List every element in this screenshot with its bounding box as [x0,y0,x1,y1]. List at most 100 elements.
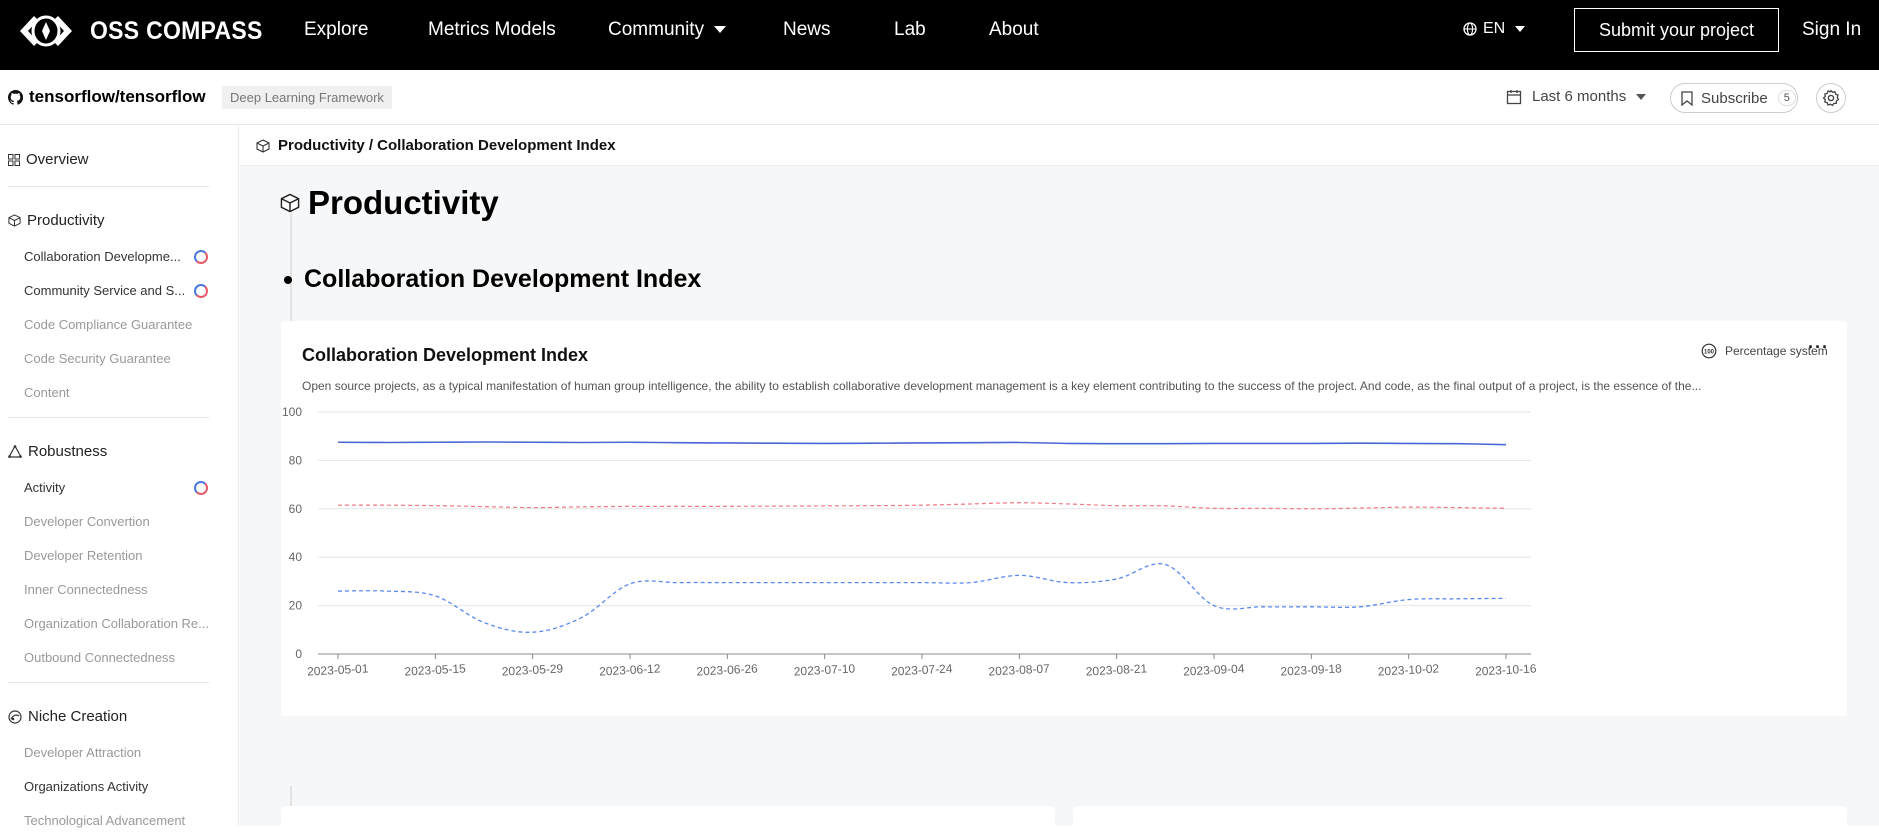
network-icon [8,445,22,458]
subscribe-count: 5 [1777,90,1796,106]
sidebar-item-label: Overview [26,151,89,168]
x-tick-label: 2023-08-07 [988,661,1050,678]
sidebar-item-content[interactable]: Content [24,385,70,400]
period-selector[interactable]: Last 6 months [1506,88,1647,105]
breadcrumb: Productivity / Collaboration Development… [240,126,1879,166]
bookmark-icon [1681,90,1693,106]
sidebar-group-label: Niche Creation [28,708,128,725]
divider [8,186,209,187]
nav-explore[interactable]: Explore [304,19,368,41]
y-tick-label: 0 [295,647,302,661]
x-tick-label: 2023-05-29 [501,661,563,678]
submit-project-button[interactable]: Submit your project [1574,8,1779,52]
settings-button[interactable] [1816,83,1846,113]
sidebar-item-organizations-activity[interactable]: Organizations Activity [24,779,148,794]
gear-icon [1822,89,1840,107]
metric-card: Collaboration Development Index 100 Perc… [281,321,1847,716]
section-title: Productivity [280,184,499,222]
sidebar-group-productivity[interactable]: Productivity [8,212,105,229]
sidebar-item-community-service[interactable]: Community Service and S... [24,283,185,298]
main-content: Productivity / Collaboration Development… [240,126,1879,836]
sidebar-item-developer-retention[interactable]: Developer Retention [24,548,143,563]
sidebar-item-inner-connectedness[interactable]: Inner Connectedness [24,582,148,597]
niche-icon [8,709,22,724]
sidebar-item-developer-convertion[interactable]: Developer Convertion [24,514,150,529]
sidebar-group-robustness[interactable]: Robustness [8,443,107,460]
sidebar-item-organization-collaboration[interactable]: Organization Collaboration Re... [24,616,209,631]
y-tick-label: 20 [289,599,303,613]
caret-down-icon [1636,93,1647,100]
nav-lab[interactable]: Lab [894,19,926,41]
loading-spinner-icon [194,284,208,298]
subscribe-label: Subscribe [1701,89,1768,107]
language-label: EN [1483,20,1506,37]
sidebar-item-overview[interactable]: Overview [8,151,89,168]
calendar-icon [1506,89,1522,104]
project-header: tensorflow/tensorflow Deep Learning Fram… [0,70,1879,125]
y-tick-label: 60 [289,502,303,516]
sidebar-item-code-compliance[interactable]: Code Compliance Guarantee [24,317,192,332]
subsection-title: Collaboration Development Index [284,265,701,294]
y-tick-label: 40 [289,550,303,564]
bullet-icon [284,275,292,284]
cube-icon [280,193,300,213]
series-line-solid [337,441,1507,446]
section-title-text: Productivity [308,184,499,221]
sidebar-item-developer-attraction[interactable]: Developer Attraction [24,745,141,760]
sidebar-item-activity[interactable]: Activity [24,480,65,495]
x-tick-label: 2023-10-16 [1475,661,1537,678]
period-label: Last 6 months [1532,88,1627,105]
x-tick-label: 2023-10-02 [1377,661,1439,678]
breadcrumb-text: Productivity / Collaboration Development… [278,137,616,154]
divider [8,682,209,683]
y-tick-label: 80 [289,453,303,467]
globe-icon [1463,22,1477,36]
sidebar-group-label: Productivity [27,212,105,229]
subscribe-button[interactable]: Subscribe 5 [1670,83,1798,113]
cube-icon [256,138,270,153]
x-tick-label: 2023-05-01 [307,661,369,678]
x-tick-label: 2023-07-10 [793,661,855,678]
nav-community[interactable]: Community [608,19,727,41]
repo-title[interactable]: tensorflow/tensorflow [8,87,206,107]
language-selector[interactable]: EN [1463,20,1526,38]
compass-logo-icon [20,15,72,47]
y-tick-label: 100 [282,405,302,419]
x-tick-label: 2023-09-18 [1280,661,1342,678]
sidebar-group-niche-creation[interactable]: Niche Creation [8,708,127,725]
top-navbar: OSS COMPASS Explore Metrics Models Commu… [0,0,1879,70]
sign-in-link[interactable]: Sign In [1802,19,1861,41]
caret-down-icon [714,26,727,34]
repo-name: tensorflow/tensorflow [29,87,206,106]
metric-card-next-right [1073,806,1847,836]
github-icon [8,89,23,105]
project-type-tag: Deep Learning Framework [222,86,392,109]
nav-news[interactable]: News [783,19,831,41]
x-tick-label: 2023-05-15 [404,661,466,678]
line-chart: 0 20 40 60 80 100 2023-05-01 2023-05-15 2023-05-… [282,405,1537,679]
metric-card-next-left [281,806,1055,836]
subsection-title-text: Collaboration Development Index [304,265,702,293]
sidebar-group-label: Robustness [28,443,108,460]
series-line-dashed-blue [337,563,1507,633]
caret-down-icon [1515,26,1526,32]
x-tick-label: 2023-06-26 [696,661,758,678]
loading-spinner-icon [194,250,208,264]
cube-icon [8,214,21,227]
sidebar-item-code-security[interactable]: Code Security Guarantee [24,351,171,366]
sidebar: Overview Productivity Collaboration Deve… [0,126,239,828]
x-tick-label: 2023-07-24 [891,661,953,678]
loading-spinner-icon [194,481,208,495]
sidebar-item-outbound-connectedness[interactable]: Outbound Connectedness [24,650,175,665]
logo[interactable]: OSS COMPASS [16,10,278,52]
x-tick-label: 2023-08-21 [1085,661,1147,678]
divider [8,417,209,418]
sidebar-item-collaboration-development[interactable]: Collaboration Developme... [24,249,181,264]
nav-metrics-models[interactable]: Metrics Models [428,19,556,41]
nav-about[interactable]: About [989,19,1039,41]
series-line-dashed-red [337,502,1507,510]
nav-community-label: Community [608,19,705,40]
x-tick-label: 2023-09-04 [1183,661,1245,678]
logo-text: OSS COMPASS [90,16,263,45]
x-tick-label: 2023-06-12 [599,661,661,678]
